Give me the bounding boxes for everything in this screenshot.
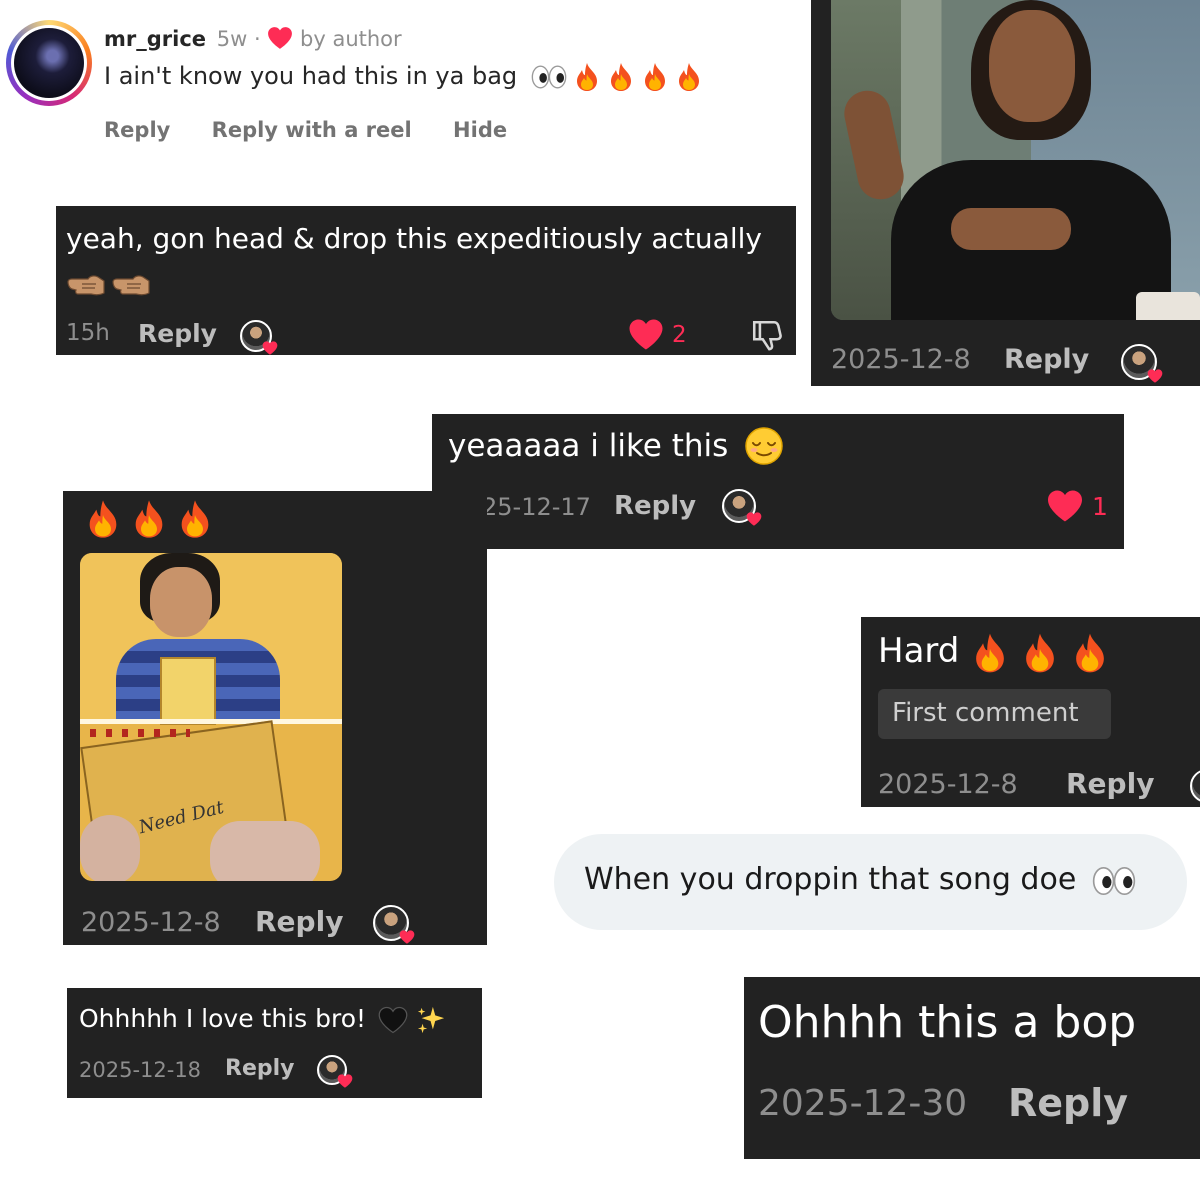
comment-text: yeah, gon head & drop this expeditiously…	[66, 222, 762, 255]
ig-comment-text: I ain't know you had this in ya bag	[104, 62, 518, 90]
fire-emoji-icon	[676, 62, 702, 92]
reply-button[interactable]: Reply	[614, 491, 696, 521]
comment-card-bop: Ohhhh this a bop 2025-12-30 Reply	[744, 977, 1200, 1159]
comment-text: Ohhhh this a bop	[758, 997, 1137, 1048]
comment-date: 2025-12-30	[758, 1083, 968, 1124]
first-comment-badge: First comment	[878, 689, 1111, 739]
comment-card-like-this: yeaaaaa i like this 25-12-17 Reply 1	[432, 414, 1124, 549]
reply-button[interactable]: Reply	[138, 319, 217, 348]
relieved-face-icon	[744, 426, 784, 466]
reply-button[interactable]: Reply	[225, 1056, 295, 1081]
first-comment-badge-label: First comment	[892, 698, 1079, 728]
notepad-gif[interactable]: Need Dat	[80, 553, 342, 881]
fire-emoji-icon	[177, 499, 213, 539]
meme-comment-date: 2025-12-8	[831, 344, 971, 375]
comment-date: 25-12-17	[482, 493, 591, 521]
commenter-avatar[interactable]	[317, 1055, 347, 1085]
heart-icon	[746, 511, 762, 527]
ig-hide-button[interactable]: Hide	[453, 118, 507, 142]
like-heart-icon[interactable]	[628, 318, 664, 351]
backhand-index-pointing-left-icon	[111, 272, 151, 298]
backhand-index-pointing-left-icon	[66, 272, 106, 298]
ig-username[interactable]: mr_grice	[104, 27, 206, 51]
reply-button[interactable]: Reply	[1066, 767, 1154, 800]
reply-button[interactable]: Reply	[1008, 1081, 1128, 1125]
meme-image[interactable]	[831, 0, 1200, 320]
fire-emoji-icon	[131, 499, 167, 539]
comment-text: Hard	[878, 631, 960, 671]
heart-icon	[399, 929, 415, 945]
fire-emoji-icon	[608, 62, 634, 92]
fire-emoji-icon	[574, 62, 600, 92]
commenter-avatar[interactable]	[373, 905, 409, 941]
sparkles-icon	[416, 1005, 446, 1035]
comment-card-love: Ohhhhh I love this bro! 2025-12-18 Reply	[67, 988, 482, 1098]
comment-card-hard: Hard First comment 2025-12-8 Reply	[861, 617, 1200, 807]
comment-text: yeaaaaa i like this	[448, 428, 729, 464]
commenter-avatar[interactable]	[722, 489, 756, 523]
heart-icon	[262, 340, 278, 355]
black-heart-icon	[378, 1006, 408, 1034]
like-count: 1	[1092, 492, 1108, 521]
heart-icon	[337, 1073, 353, 1089]
eyes-emoji-icon	[1092, 866, 1136, 896]
fire-emoji-icon	[1022, 632, 1058, 674]
comment-card-expeditiously: yeah, gon head & drop this expeditiously…	[56, 206, 796, 355]
ig-comment: mr_grice 5w · by author I ain't know you…	[0, 0, 800, 190]
ig-avatar[interactable]	[6, 20, 92, 106]
comment-date: 2025-12-8	[81, 907, 221, 938]
dislike-icon[interactable]	[750, 318, 784, 352]
fire-emoji-icon	[85, 499, 121, 539]
ig-reply-with-reel-button[interactable]: Reply with a reel	[212, 118, 412, 142]
comment-date: 2025-12-18	[79, 1058, 202, 1082]
heart-icon	[1147, 368, 1163, 384]
meme-comment-reply-button[interactable]: Reply	[1004, 344, 1089, 375]
eyes-emoji-icon	[531, 65, 567, 89]
ig-separator: ·	[253, 27, 261, 51]
comment-time: 15h	[66, 320, 110, 346]
bubble-text: When you droppin that song doe	[584, 862, 1077, 897]
chat-bubble: When you droppin that song doe	[554, 834, 1187, 930]
ig-time: 5w	[216, 27, 248, 51]
commenter-avatar[interactable]	[240, 320, 272, 352]
commenter-avatar[interactable]	[1121, 344, 1157, 380]
commenter-avatar[interactable]	[1190, 769, 1200, 803]
comment-text: Ohhhhh I love this bro!	[79, 1004, 367, 1033]
ig-liked-by-author: by author	[300, 27, 402, 51]
comment-date: 2025-12-8	[878, 769, 1018, 800]
meme-comment-card: 2025-12-8 Reply	[811, 0, 1200, 386]
fire-emoji-icon	[1072, 632, 1108, 674]
heart-icon	[267, 26, 293, 50]
like-count: 2	[672, 322, 687, 348]
reply-button[interactable]: Reply	[255, 905, 343, 938]
fire-emoji-icon	[642, 62, 668, 92]
fire-emoji-icon	[972, 632, 1008, 674]
ig-reply-button[interactable]: Reply	[104, 118, 170, 142]
comment-card-notepad: Need Dat 2025-12-8 Reply	[63, 491, 487, 945]
like-heart-icon[interactable]	[1046, 489, 1084, 523]
